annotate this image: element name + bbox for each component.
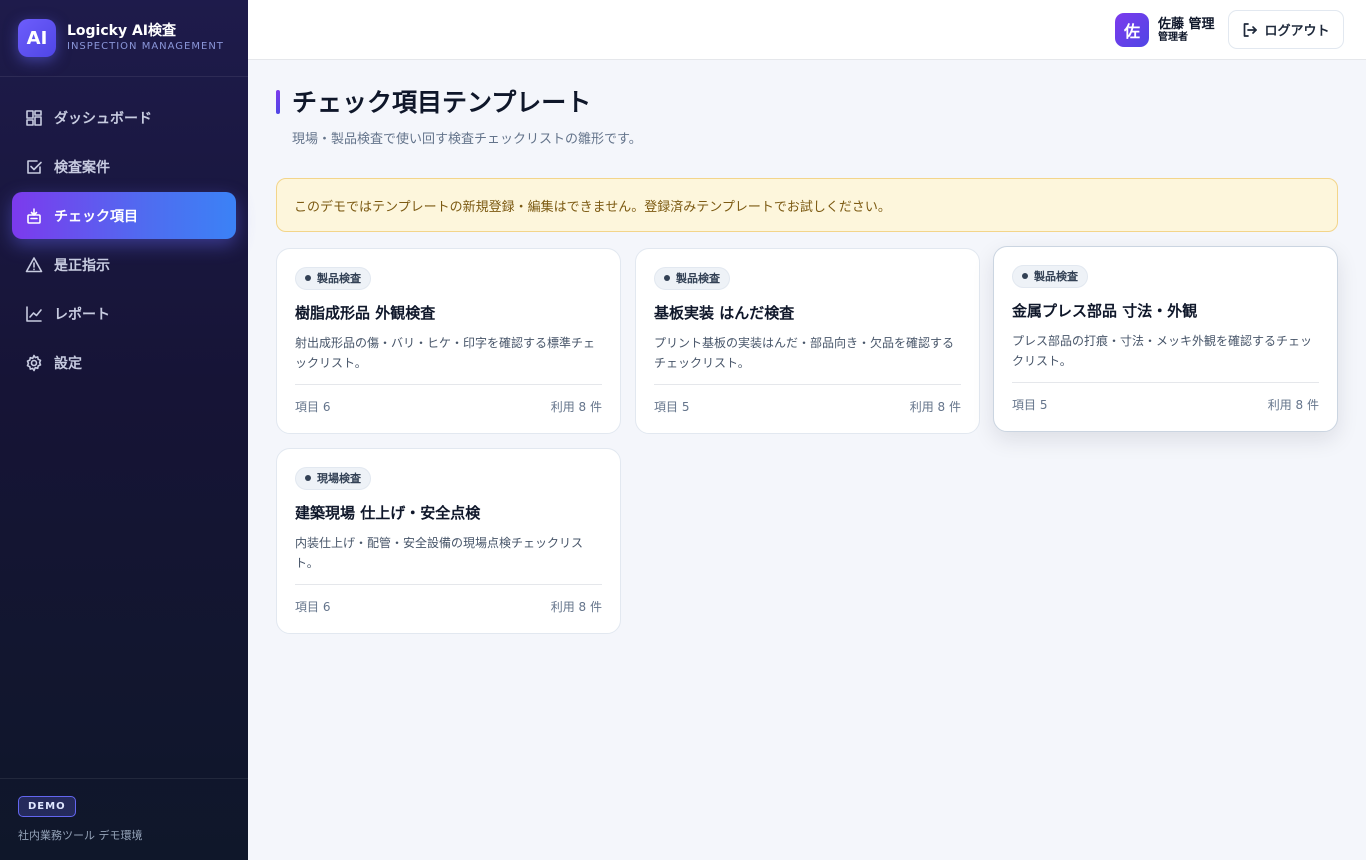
card-footer: 項目 5 利用 8 件 xyxy=(654,384,961,415)
dashboard-icon xyxy=(25,109,43,127)
tag-dot-icon xyxy=(664,275,670,281)
usage-count: 利用 8 件 xyxy=(550,600,602,614)
template-grid: 製品検査 樹脂成形品 外観検査 射出成形品の傷・バリ・ヒケ・印字を確認する標準チ… xyxy=(276,246,1338,648)
card-title: 金属プレス部品 寸法・外観 xyxy=(1012,301,1198,320)
tag-label: 製品検査 xyxy=(317,272,361,285)
card-footer: 項目 5 利用 8 件 xyxy=(1012,382,1319,413)
card-title: 樹脂成形品 外観検査 xyxy=(295,303,436,322)
sidebar-footer: DEMO 社内業務ツール デモ環境 xyxy=(0,778,248,860)
template-icon xyxy=(25,207,43,225)
logout-button[interactable]: ログアウト xyxy=(1228,10,1344,49)
tag-dot-icon xyxy=(1022,273,1028,279)
category-tag: 製品検査 xyxy=(1012,264,1088,288)
logout-icon xyxy=(1244,22,1258,37)
card-description: 射出成形品の傷・バリ・ヒケ・印字を確認する標準チェックリスト。 xyxy=(295,335,596,370)
usage-count: 利用 8 件 xyxy=(909,400,961,414)
top-bar: 佐 佐藤 管理 管理者 ログアウト xyxy=(248,0,1366,60)
page-title: チェック項目テンプレート xyxy=(292,88,592,117)
item-count: 項目 6 xyxy=(295,600,331,614)
sidebar: AI Logicky AI検査 INSPECTION MANAGEMENT ダッ… xyxy=(0,0,248,860)
main-content: チェック項目テンプレート 現場・製品検査で使い回す検査チェックリストの雛形です。… xyxy=(276,60,1338,648)
sidebar-item-dashboard[interactable]: ダッシュボード xyxy=(12,94,236,141)
page-subtitle: 現場・製品検査で使い回す検査チェックリストの雛形です。 xyxy=(292,132,642,147)
avatar: 佐 xyxy=(1115,13,1149,47)
title-accent-bar xyxy=(276,90,280,114)
category-tag: 現場検査 xyxy=(295,466,371,490)
card-description: プレス部品の打痕・寸法・メッキ外観を確認するチェックリスト。 xyxy=(1012,333,1313,368)
tag-label: 現場検査 xyxy=(317,472,361,485)
user-name: 佐藤 管理 xyxy=(1158,16,1215,32)
gear-icon xyxy=(25,354,43,372)
usage-count: 利用 8 件 xyxy=(550,400,602,414)
notice-text: このデモではテンプレートの新規登録・編集はできません。登録済みテンプレートでお試… xyxy=(294,199,891,215)
sidebar-item-label: 設定 xyxy=(54,355,82,372)
sidebar-item-label: ダッシュボード xyxy=(54,110,152,127)
tag-dot-icon xyxy=(305,275,311,281)
demo-notice: このデモではテンプレートの新規登録・編集はできません。登録済みテンプレートでお試… xyxy=(276,178,1338,232)
user-role: 管理者 xyxy=(1158,31,1188,43)
sidebar-item-label: レポート xyxy=(54,306,110,323)
card-footer: 項目 6 利用 8 件 xyxy=(295,384,602,415)
warning-icon xyxy=(25,256,43,274)
sidebar-nav: ダッシュボード 検査案件 チェック項目 是正指示 レポート 設定 xyxy=(0,77,248,386)
sidebar-item-label: 検査案件 xyxy=(54,159,110,176)
tag-label: 製品検査 xyxy=(676,272,720,285)
logout-label: ログアウト xyxy=(1264,23,1330,38)
template-card[interactable]: 現場検査 建築現場 仕上げ・安全点検 内装仕上げ・配管・安全設備の現場点検チェッ… xyxy=(276,448,621,634)
brand-subtitle: INSPECTION MANAGEMENT xyxy=(67,41,224,52)
user-menu[interactable]: 佐 佐藤 管理 管理者 xyxy=(1115,13,1215,47)
sidebar-item-corrective[interactable]: 是正指示 xyxy=(12,241,236,288)
template-card[interactable]: 製品検査 金属プレス部品 寸法・外観 プレス部品の打痕・寸法・メッキ外観を確認す… xyxy=(993,246,1338,432)
brand[interactable]: AI Logicky AI検査 INSPECTION MANAGEMENT xyxy=(0,0,248,77)
tag-dot-icon xyxy=(305,475,311,481)
page-header: チェック項目テンプレート 現場・製品検査で使い回す検査チェックリストの雛形です。 xyxy=(276,90,1338,147)
card-title: 基板実装 はんだ検査 xyxy=(654,303,795,322)
sidebar-item-settings[interactable]: 設定 xyxy=(12,339,236,386)
item-count: 項目 6 xyxy=(295,400,331,414)
template-card[interactable]: 製品検査 基板実装 はんだ検査 プリント基板の実装はんだ・部品向き・欠品を確認す… xyxy=(635,248,980,434)
card-title: 建築現場 仕上げ・安全点検 xyxy=(295,503,481,522)
category-tag: 製品検査 xyxy=(295,266,371,290)
sidebar-item-label: チェック項目 xyxy=(54,208,138,225)
brand-logo: AI xyxy=(18,19,56,57)
sidebar-item-inspections[interactable]: 検査案件 xyxy=(12,143,236,190)
item-count: 項目 5 xyxy=(1012,398,1048,412)
demo-badge: DEMO xyxy=(18,796,76,817)
card-description: 内装仕上げ・配管・安全設備の現場点検チェックリスト。 xyxy=(295,535,584,570)
environment-note: 社内業務ツール デモ環境 xyxy=(18,829,143,842)
tag-label: 製品検査 xyxy=(1034,270,1078,283)
sidebar-item-reports[interactable]: レポート xyxy=(12,290,236,337)
card-description: プリント基板の実装はんだ・部品向き・欠品を確認するチェックリスト。 xyxy=(654,335,955,370)
item-count: 項目 5 xyxy=(654,400,690,414)
sidebar-item-check-items[interactable]: チェック項目 xyxy=(12,192,236,239)
chart-icon xyxy=(25,305,43,323)
brand-title: Logicky AI検査 xyxy=(67,23,177,39)
card-footer: 項目 6 利用 8 件 xyxy=(295,584,602,615)
template-card[interactable]: 製品検査 樹脂成形品 外観検査 射出成形品の傷・バリ・ヒケ・印字を確認する標準チ… xyxy=(276,248,621,434)
checkbox-icon xyxy=(25,158,43,176)
category-tag: 製品検査 xyxy=(654,266,730,290)
usage-count: 利用 8 件 xyxy=(1267,398,1319,412)
sidebar-item-label: 是正指示 xyxy=(54,257,110,274)
